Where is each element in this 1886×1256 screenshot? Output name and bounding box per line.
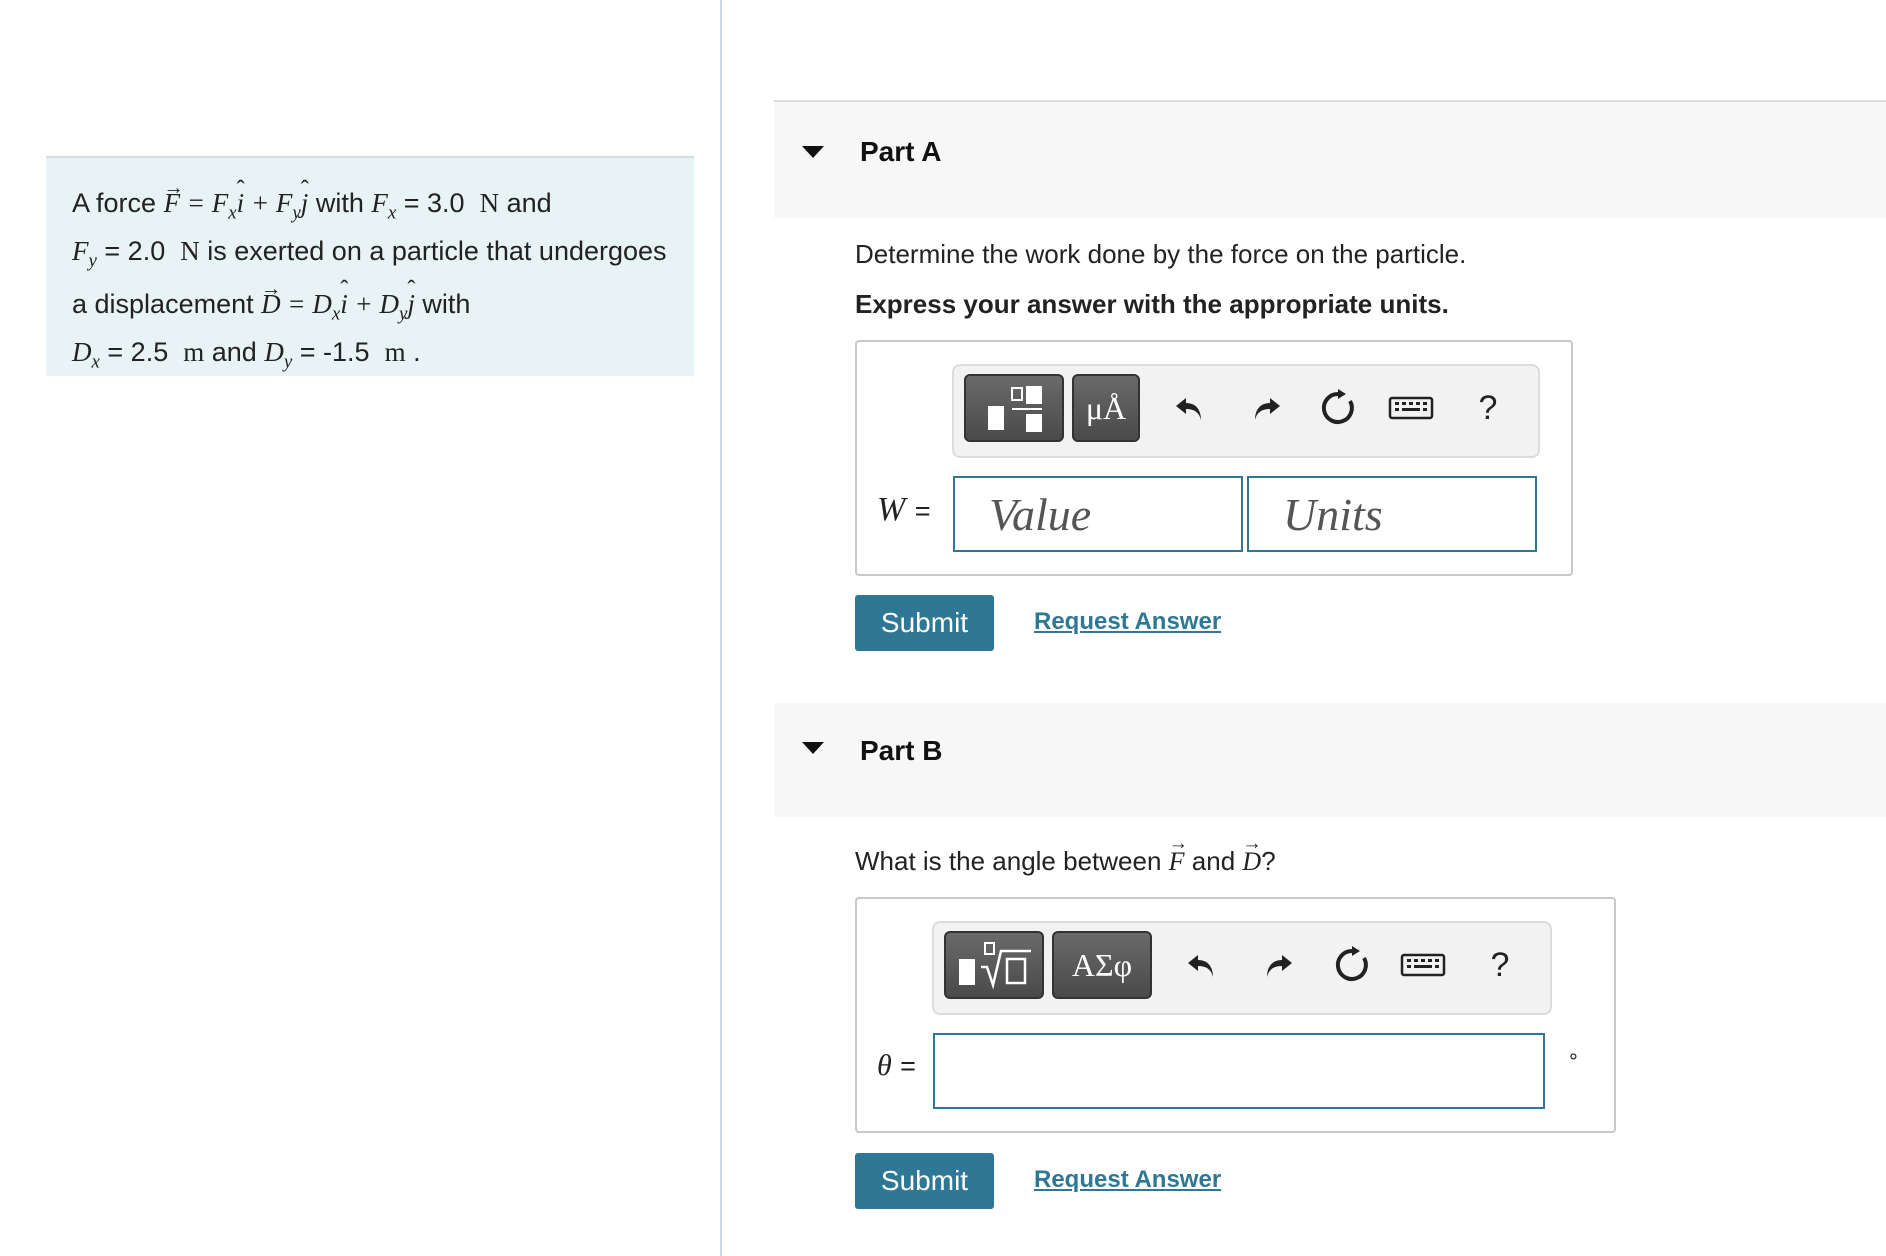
part-b-instruction: What is the angle between F and D? — [855, 833, 1276, 877]
part-a-header[interactable]: Part A — [774, 100, 1886, 218]
problem-line-4: Dx = 2.5 m and Dy = -1.5 m . — [72, 337, 421, 373]
part-b-request-answer-link[interactable]: Request Answer — [1034, 1166, 1221, 1194]
column-divider — [720, 0, 722, 1256]
theta-label: θ = — [877, 1049, 916, 1082]
caret-down-icon[interactable] — [802, 146, 824, 158]
problem-line-2: Fy = 2.0 N is exerted on a particle that… — [72, 236, 667, 272]
part-a-request-answer-link[interactable]: Request Answer — [1034, 608, 1221, 636]
reset-icon[interactable] — [1328, 941, 1376, 989]
degree-unit: ° — [1569, 1049, 1578, 1074]
help-icon[interactable]: ? — [1464, 384, 1512, 432]
w-label: W = — [877, 491, 931, 528]
help-icon[interactable]: ? — [1476, 941, 1524, 989]
value-input[interactable]: Value — [953, 476, 1243, 552]
part-a-title: Part A — [860, 136, 942, 167]
undo-icon[interactable] — [1166, 384, 1214, 432]
part-b-header[interactable]: Part B — [774, 703, 1886, 817]
part-b-toolbar: ΑΣφ ? — [932, 921, 1552, 1015]
problem-statement: A force F = Fxi + Fyj with Fx = 3.0 N an… — [46, 156, 694, 376]
units-input[interactable]: Units — [1247, 476, 1537, 552]
part-b-submit-button[interactable]: Submit — [855, 1153, 994, 1209]
units-button[interactable]: μÅ — [1072, 374, 1140, 442]
caret-down-icon[interactable] — [802, 742, 824, 754]
part-b-title: Part B — [860, 735, 943, 766]
template-button[interactable] — [964, 374, 1064, 442]
keyboard-icon[interactable] — [1396, 941, 1450, 989]
sqrt-template-button[interactable] — [944, 931, 1044, 999]
reset-icon[interactable] — [1314, 384, 1362, 432]
template-icon — [988, 386, 1042, 432]
redo-icon[interactable] — [1242, 384, 1290, 432]
part-a-instruction: Determine the work done by the force on … — [855, 239, 1467, 269]
problem-line-3: a displacement D = Dxi + Dyj with — [72, 270, 668, 333]
sqrt-template-icon — [959, 942, 1031, 990]
problem-line-1: A force F = Fxi + Fyj with Fx = 3.0 N an… — [72, 169, 668, 232]
keyboard-icon[interactable] — [1384, 384, 1438, 432]
greek-button[interactable]: ΑΣφ — [1052, 931, 1152, 999]
undo-icon[interactable] — [1178, 941, 1226, 989]
part-a-toolbar: μÅ ? — [952, 364, 1540, 458]
redo-icon[interactable] — [1254, 941, 1302, 989]
angle-input[interactable] — [933, 1033, 1545, 1109]
part-b-answer-box: ΑΣφ ? θ = ° — [855, 897, 1616, 1133]
part-a-instruction-bold: Express your answer with the appropriate… — [855, 289, 1449, 319]
part-a-answer-box: μÅ ? W = Value Units — [855, 340, 1573, 576]
part-a-submit-button[interactable]: Submit — [855, 595, 994, 651]
